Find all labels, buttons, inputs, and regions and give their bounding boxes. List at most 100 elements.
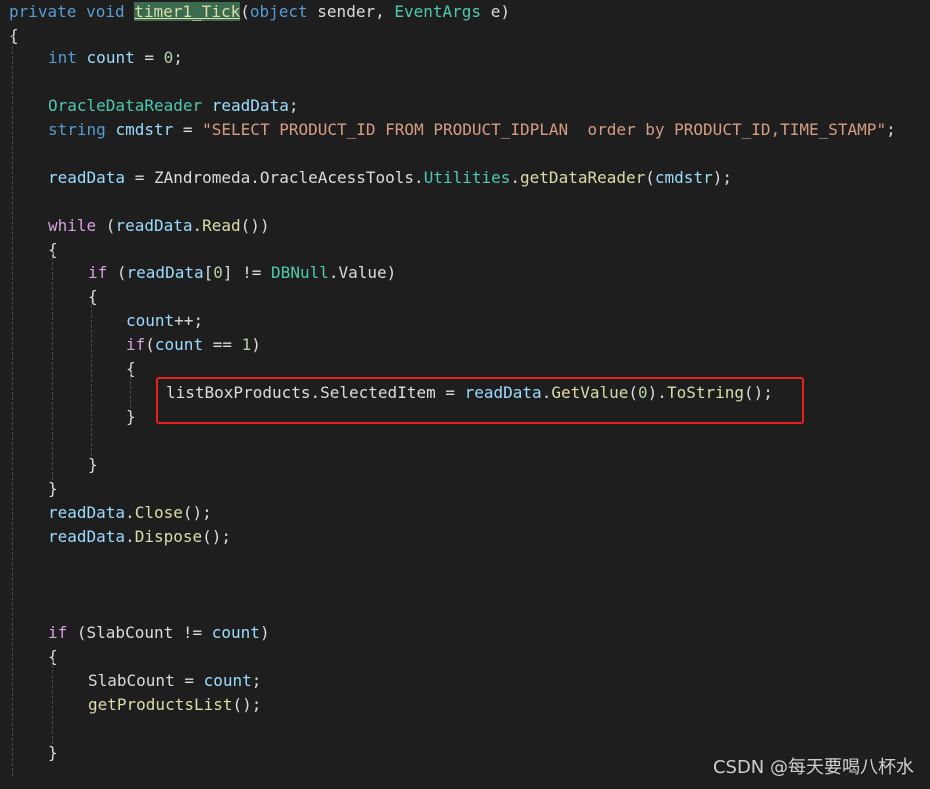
code-token: if — [126, 335, 146, 354]
code-token: . — [125, 527, 135, 546]
code-line[interactable]: string cmdstr = "SELECT PRODUCT_ID FROM … — [48, 118, 896, 142]
code-token: == — [203, 335, 242, 354]
code-token: 0 — [163, 48, 174, 67]
code-line[interactable]: } — [126, 405, 136, 429]
code-token: timer1_Tick — [134, 2, 241, 21]
code-token: DBNull — [271, 263, 329, 282]
code-token: EventArgs — [394, 2, 482, 21]
code-token: ( — [240, 2, 250, 21]
code-token: cmdstr — [654, 168, 713, 187]
code-token: ++; — [174, 311, 204, 330]
code-line[interactable]: if (SlabCount != count) — [48, 621, 270, 645]
code-token: SlabCount = — [88, 671, 204, 690]
code-token: . — [192, 216, 203, 235]
code-token: getProductsList — [88, 695, 233, 714]
code-line[interactable]: } — [88, 453, 98, 477]
code-line[interactable]: if (readData[0] != DBNull.Value) — [88, 261, 396, 285]
code-token: ) — [259, 623, 270, 642]
code-token: if — [88, 263, 108, 282]
code-token: ); — [712, 168, 732, 187]
code-token: } — [88, 455, 98, 474]
code-token: Utilities — [423, 168, 511, 187]
code-line[interactable]: OracleDataReader readData; — [48, 94, 298, 118]
code-token: } — [48, 743, 58, 762]
code-token: ] != — [222, 263, 272, 282]
watermark: CSDN @每天要喝八杯水 — [712, 757, 914, 778]
code-token: (); — [232, 695, 262, 714]
code-token: OracleDataReader — [48, 96, 203, 115]
code-line[interactable]: { — [9, 24, 19, 48]
code-line[interactable]: private void timer1_Tick(object sender, … — [9, 0, 510, 24]
code-token: ; — [886, 120, 896, 139]
code-line[interactable]: count++; — [126, 309, 203, 333]
code-token: int — [48, 48, 77, 67]
indent-guide-method — [12, 36, 13, 776]
code-token: ; — [251, 671, 262, 690]
code-line[interactable]: while (readData.Read()) — [48, 214, 270, 238]
code-token: count — [203, 671, 252, 690]
code-line[interactable]: readData.Dispose(); — [48, 525, 231, 549]
code-line[interactable]: { — [88, 285, 98, 309]
code-token: ; — [173, 48, 183, 67]
code-line[interactable]: int count = 0; — [48, 46, 183, 70]
code-line[interactable]: readData.Close(); — [48, 501, 212, 525]
code-token: readData — [48, 503, 126, 522]
indent-guide-if-dbnull — [91, 300, 92, 456]
code-token: [ — [203, 263, 214, 282]
code-line[interactable]: if(count == 1) — [126, 333, 261, 357]
code-token: . — [510, 168, 521, 187]
code-token: "SELECT PRODUCT_ID FROM PRODUCT_IDPLAN o… — [202, 120, 887, 139]
code-token: ( — [145, 335, 155, 354]
code-token: cmdstr — [115, 120, 174, 139]
code-token: readData — [48, 527, 126, 546]
code-token: getDataReader — [520, 168, 646, 187]
code-token: . — [125, 503, 135, 522]
code-token: count — [211, 623, 260, 642]
code-token: string — [48, 120, 106, 139]
code-token: .Value) — [328, 263, 397, 282]
code-token: readData — [211, 96, 289, 115]
indent-guide-if-count — [130, 372, 131, 408]
code-token: = — [173, 120, 203, 139]
code-token: while — [48, 216, 97, 235]
code-token: = ZAndromeda.OracleAcessTools. — [125, 168, 424, 187]
code-token: readData — [126, 263, 204, 282]
code-line[interactable]: SlabCount = count; — [88, 669, 261, 693]
code-token: ; — [288, 96, 299, 115]
code-token: count — [126, 311, 175, 330]
code-token: e) — [481, 2, 510, 21]
code-token: } — [126, 407, 136, 426]
code-token: { — [9, 26, 19, 45]
code-token: } — [48, 479, 58, 498]
code-editor[interactable]: private void timer1_Tick(object sender, … — [0, 0, 930, 789]
indent-guide-if-slabcount — [52, 660, 53, 744]
code-token: (SlabCount != — [67, 623, 212, 642]
code-token: Read — [202, 216, 241, 235]
code-token: Close — [134, 503, 183, 522]
code-token: 0 — [213, 263, 223, 282]
code-token: void — [86, 2, 125, 21]
code-token: { — [88, 287, 98, 306]
code-line[interactable]: } — [48, 741, 58, 765]
code-token: ()) — [240, 216, 270, 235]
code-line[interactable]: getProductsList(); — [88, 693, 261, 717]
code-token: if — [48, 623, 68, 642]
indent-guide-while — [52, 252, 53, 480]
code-line[interactable]: } — [48, 477, 58, 501]
code-token: (); — [182, 503, 212, 522]
code-line[interactable]: readData = ZAndromeda.OracleAcessTools.U… — [48, 166, 732, 190]
code-token: count — [86, 48, 135, 67]
code-token: readData — [48, 168, 126, 187]
code-token: = — [134, 48, 164, 67]
code-token: private — [9, 2, 77, 21]
code-token: 1 — [241, 335, 252, 354]
code-token: Dispose — [134, 527, 203, 546]
code-token: count — [154, 335, 204, 354]
code-token: ( — [107, 263, 127, 282]
code-token: object — [249, 2, 308, 21]
code-token: ( — [645, 168, 655, 187]
